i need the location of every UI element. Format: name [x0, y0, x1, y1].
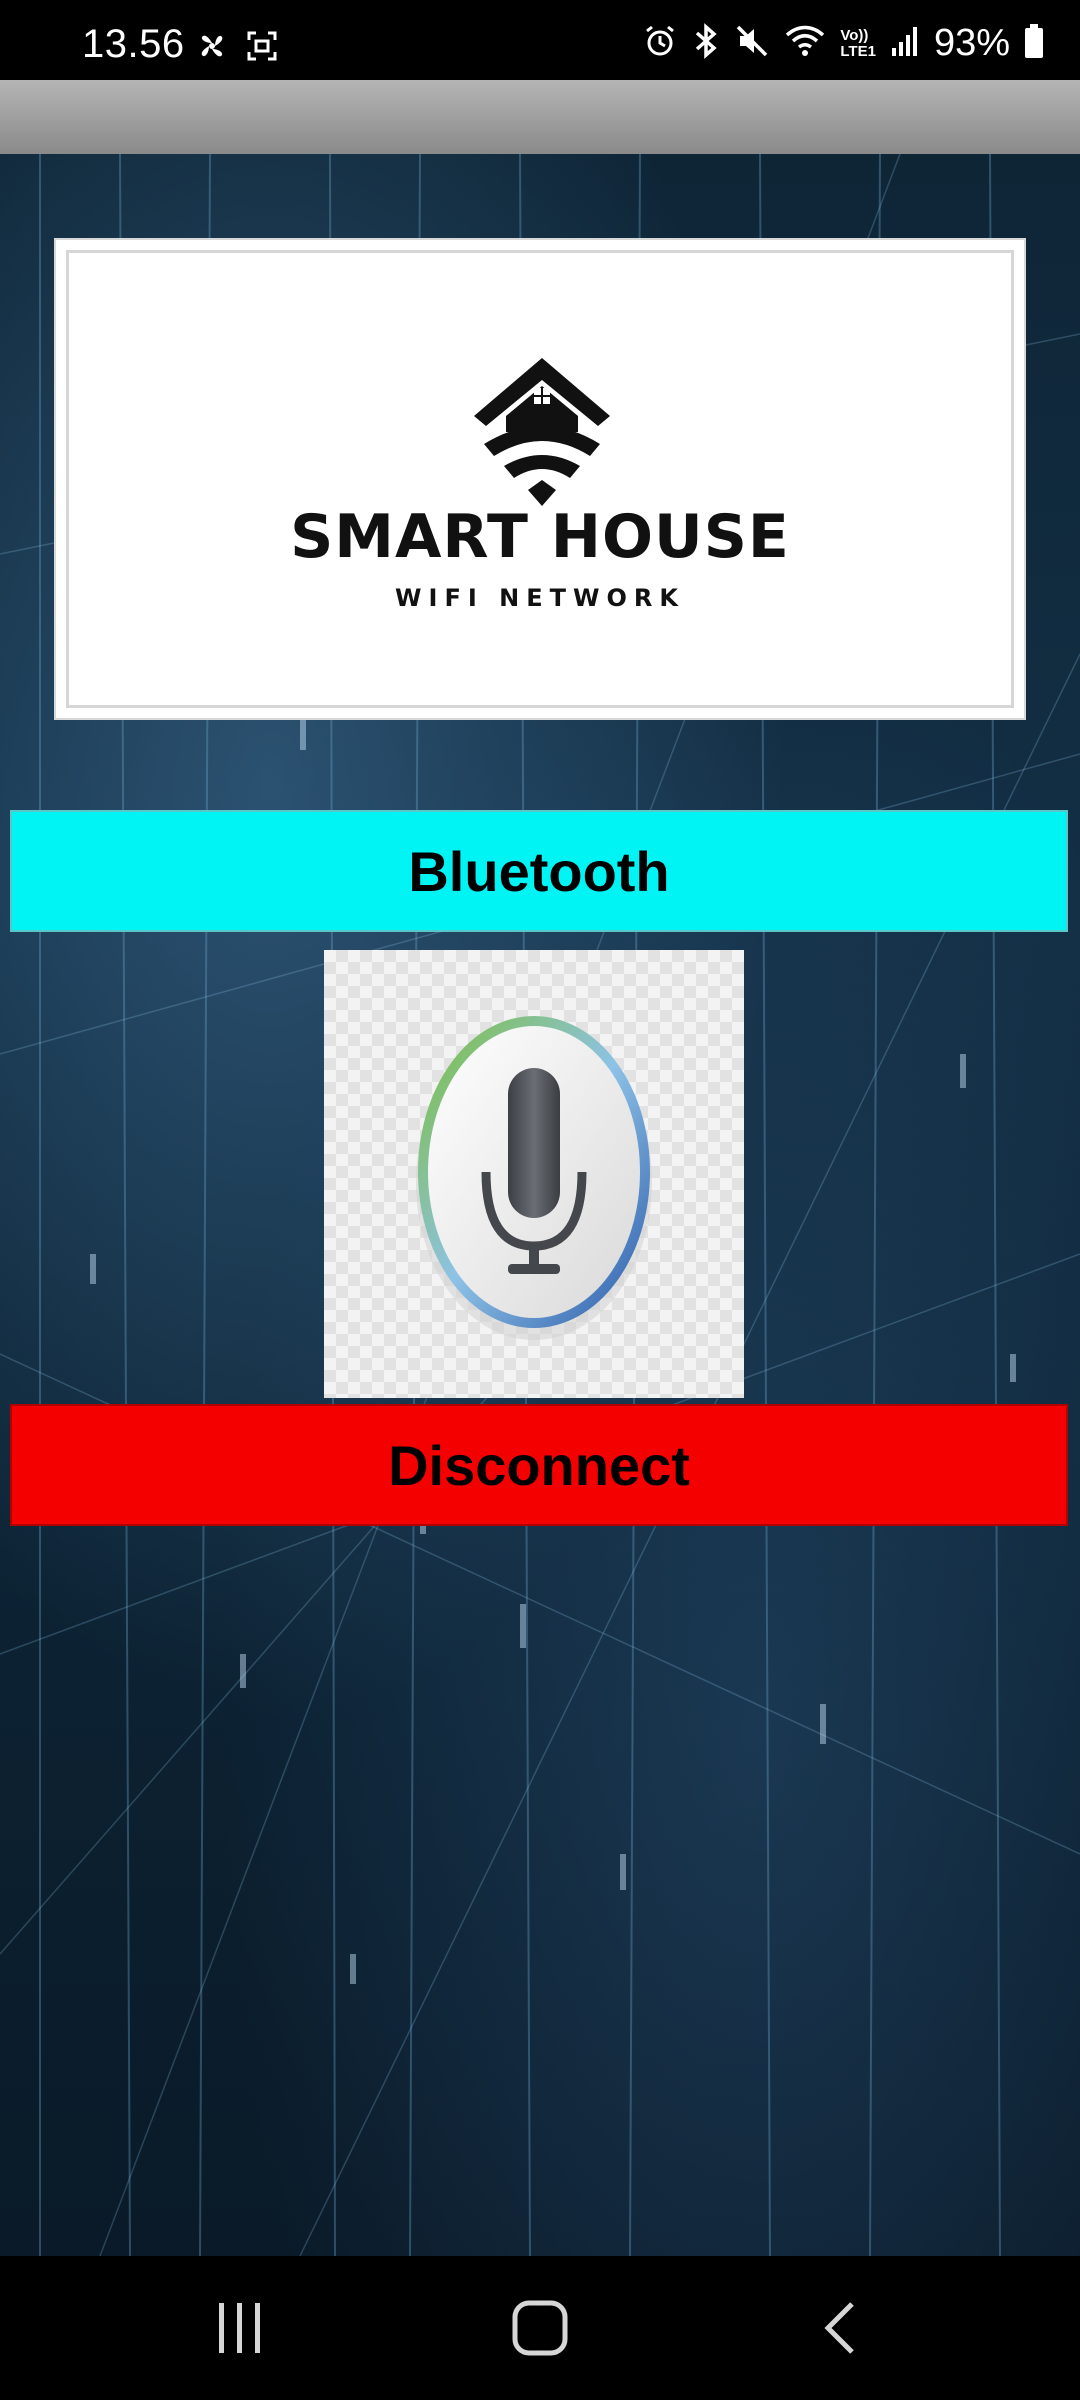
- status-time: 13.56: [82, 22, 185, 66]
- disconnect-button[interactable]: Disconnect: [10, 1404, 1068, 1526]
- voice-command-button[interactable]: [324, 950, 744, 1398]
- pinwheel-icon: [196, 30, 228, 67]
- alarm-icon: [642, 23, 678, 64]
- bluetooth-button-label: Bluetooth: [408, 839, 670, 903]
- app-bar: [0, 80, 1080, 154]
- back-icon: [824, 2302, 854, 2354]
- navigation-bar: [0, 2256, 1080, 2400]
- volte-lte-icon: Vo)) LTE1: [840, 26, 876, 60]
- recents-icon: [219, 2303, 260, 2353]
- disconnect-button-label: Disconnect: [388, 1433, 690, 1497]
- app-screen: 13.56 Vo)) LTE1 93% SMART HOUSE WIFI NET…: [0, 0, 1080, 2400]
- bluetooth-button[interactable]: Bluetooth: [10, 810, 1068, 932]
- wifi-icon: [784, 23, 826, 64]
- back-button[interactable]: [760, 2256, 920, 2400]
- signal-icon: [890, 24, 920, 63]
- microphone-icon: [416, 1016, 652, 1340]
- status-bar: 13.56 Vo)) LTE1 93%: [0, 0, 1080, 80]
- mute-icon: [734, 23, 770, 64]
- recents-button[interactable]: [160, 2256, 320, 2400]
- home-icon: [512, 2300, 568, 2356]
- screenshot-icon: [246, 30, 278, 67]
- home-button[interactable]: [460, 2256, 620, 2400]
- logo-title: SMART HOUSE: [290, 502, 790, 572]
- battery-icon: [1024, 23, 1044, 64]
- logo-subtitle: WIFI NETWORK: [395, 584, 685, 612]
- logo-card: SMART HOUSE WIFI NETWORK: [54, 238, 1026, 720]
- battery-percent: 93%: [933, 22, 1010, 64]
- smart-house-logo: [474, 358, 610, 506]
- bluetooth-icon: [692, 23, 720, 64]
